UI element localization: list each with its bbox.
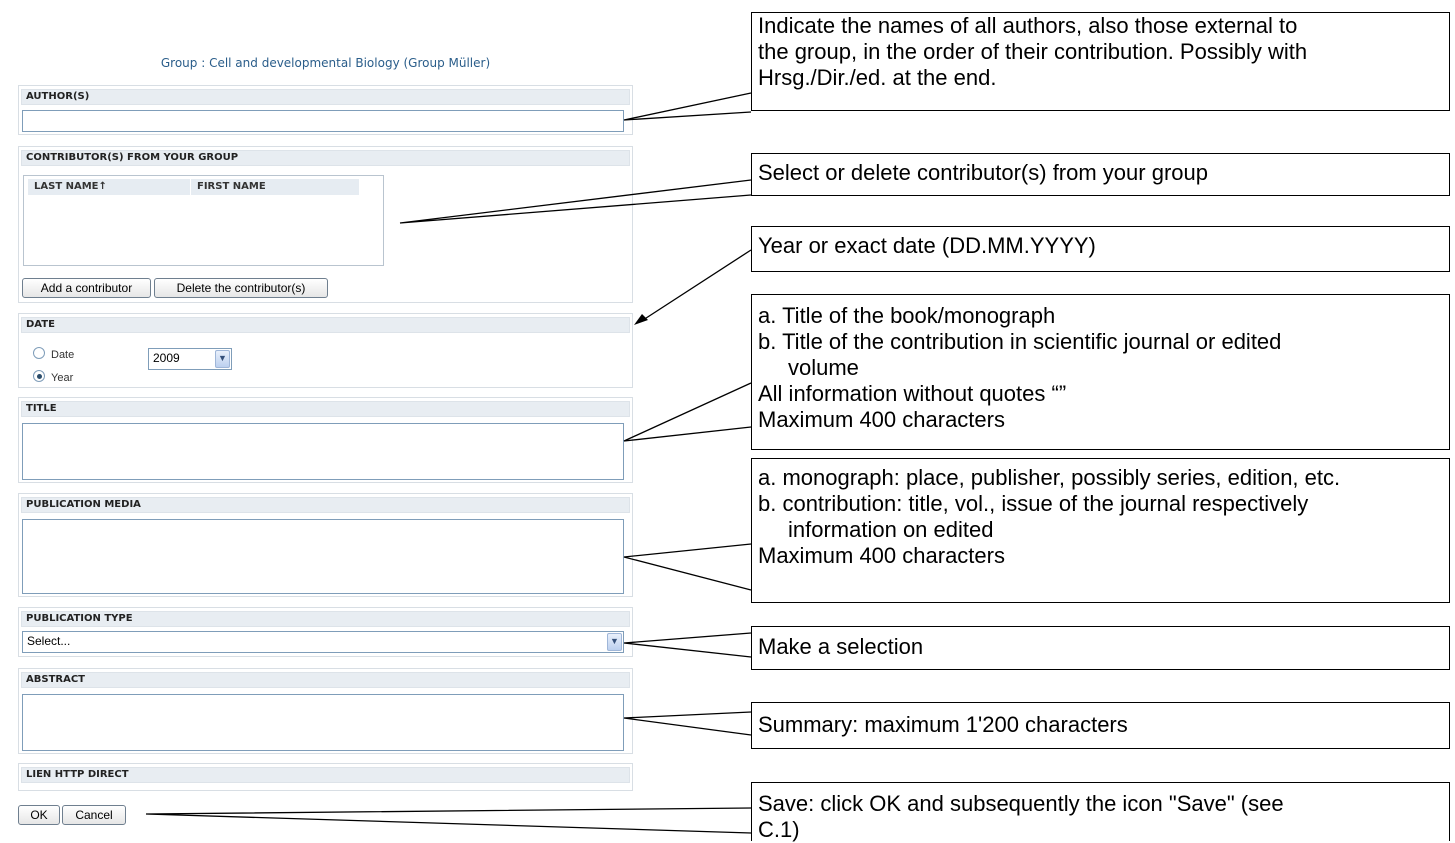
callout-type-text: Make a selection xyxy=(758,634,924,659)
callout-title-line: Maximum 400 characters xyxy=(758,407,1005,432)
callout-date-text: Year or exact date (DD.MM.YYYY) xyxy=(758,233,1096,258)
callout-type: Make a selection xyxy=(751,626,1450,670)
callout-contributors: Select or delete contributor(s) from you… xyxy=(751,153,1450,196)
callout-media-line: a. monograph: place, publisher, possibly… xyxy=(758,465,1341,490)
arrowhead-icon xyxy=(634,314,648,325)
leader-save xyxy=(145,807,752,834)
leader-contributors xyxy=(399,179,752,224)
callout-save: Save: click OK and subsequently the icon… xyxy=(751,782,1450,842)
callout-authors-line: Indicate the names of all authors, also … xyxy=(758,13,1298,38)
callout-title: a. Title of the book/monograph b. Title … xyxy=(751,294,1450,450)
leader-authors xyxy=(623,92,752,121)
leader-type xyxy=(623,632,752,658)
callout-contributors-text: Select or delete contributor(s) from you… xyxy=(758,160,1208,185)
callout-media-line: information on edited xyxy=(788,517,994,542)
callout-save-line: C.1) xyxy=(758,817,800,842)
callout-media: a. monograph: place, publisher, possibly… xyxy=(751,458,1450,603)
leader-media xyxy=(623,543,752,591)
callout-title-line: b. Title of the contribution in scientif… xyxy=(758,329,1282,354)
callout-authors: Indicate the names of all authors, also … xyxy=(751,12,1450,111)
callout-abstract: Summary: maximum 1'200 characters xyxy=(751,702,1450,749)
callout-save-line: Save: click OK and subsequently the icon… xyxy=(758,791,1284,816)
callout-title-line: volume xyxy=(788,355,859,380)
leader-date xyxy=(639,249,752,323)
leader-abstract xyxy=(623,711,752,736)
leader-title xyxy=(623,382,752,442)
callout-media-line: b. contribution: title, vol., issue of t… xyxy=(758,491,1309,516)
callout-authors-line: Hrsg./Dir./ed. at the end. xyxy=(758,65,997,90)
callout-media-line: Maximum 400 characters xyxy=(758,543,1005,568)
callout-title-line: a. Title of the book/monograph xyxy=(758,303,1056,328)
callout-date: Year or exact date (DD.MM.YYYY) xyxy=(751,226,1450,272)
callout-title-line: All information without quotes “” xyxy=(758,381,1067,406)
callout-abstract-text: Summary: maximum 1'200 characters xyxy=(758,712,1128,737)
callout-authors-line: the group, in the order of their contrib… xyxy=(758,39,1308,64)
